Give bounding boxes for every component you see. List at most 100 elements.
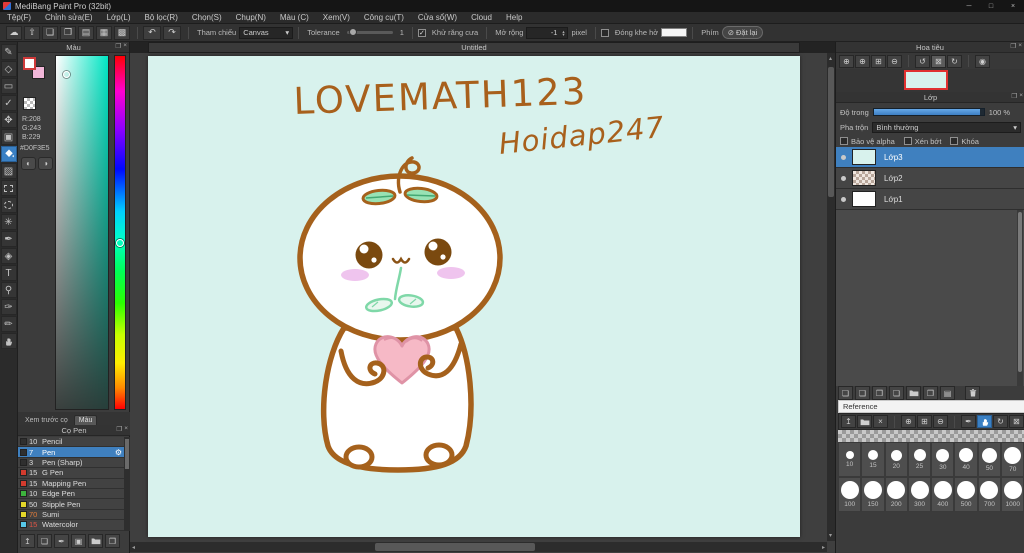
operation-tool[interactable]: ✓ xyxy=(0,95,17,111)
layer-row[interactable]: Lớp1 ⚙ xyxy=(836,189,1024,210)
reference-dropdown[interactable]: Canvas ▾ xyxy=(239,26,294,39)
frame-tool[interactable]: ✏ xyxy=(0,316,17,332)
nav-zoom-fit-button[interactable]: ⊞ xyxy=(871,54,886,68)
menu-item-select[interactable]: Chọn(S) xyxy=(185,13,229,22)
visibility-icon[interactable] xyxy=(841,175,846,181)
foreground-color-swatch[interactable] xyxy=(23,57,36,70)
color-cursor[interactable] xyxy=(63,71,70,78)
dot-tool[interactable]: ▣ xyxy=(0,129,17,145)
layer-folder-button[interactable] xyxy=(906,386,921,400)
close-icon[interactable]: × xyxy=(124,425,128,433)
select-tool[interactable] xyxy=(0,180,17,196)
gear-icon[interactable]: ⚙ xyxy=(115,448,122,457)
nav-rotate-left-button[interactable]: ↺ xyxy=(915,54,930,68)
brush-size-preset[interactable]: 500 xyxy=(954,477,978,512)
new-layer-button[interactable]: ❏ xyxy=(838,386,853,400)
move-tool[interactable]: ✥ xyxy=(0,112,17,128)
magic-wand-tool[interactable]: ✳ xyxy=(0,214,17,230)
tab-brush-preview[interactable]: Xem trước cọ xyxy=(21,416,72,425)
expand-spinner[interactable]: -1 ▴ ▾ xyxy=(526,26,569,39)
brush-size-preset[interactable]: 300 xyxy=(907,477,932,512)
close-icon[interactable]: × xyxy=(123,42,127,50)
blend-dropdown[interactable]: Bình thường ▾ xyxy=(872,121,1021,133)
brush-row[interactable]: 15Mapping Pen⚙ xyxy=(18,478,124,489)
ref-clear-button[interactable]: × xyxy=(873,415,888,428)
alpha-protect-checkbox[interactable] xyxy=(840,137,848,145)
close-icon[interactable]: × xyxy=(1018,42,1022,50)
text-tool[interactable]: T xyxy=(0,265,17,281)
brush-row[interactable]: 70Sumi⚙ xyxy=(18,509,124,521)
close-gap-checkbox[interactable] xyxy=(600,28,609,37)
brush-size-preset[interactable]: 70 xyxy=(1001,442,1024,477)
navigator-viewport[interactable] xyxy=(904,70,948,90)
nav-rotate-right-button[interactable]: ↻ xyxy=(947,54,962,68)
eyedropper-tool[interactable]: ✑ xyxy=(0,299,17,315)
tolerance-slider[interactable] xyxy=(346,28,393,36)
ref-eyedropper-button[interactable]: ✒ xyxy=(961,415,976,428)
brush-row[interactable]: 10Edge Pen⚙ xyxy=(18,488,124,500)
select-eraser-tool[interactable]: ◈ xyxy=(0,248,17,264)
menu-item-view[interactable]: Xem(V) xyxy=(316,13,357,22)
scroll-left-icon[interactable]: ◂ xyxy=(132,544,135,551)
brush-folder-button[interactable] xyxy=(88,534,103,548)
scrollbar-thumb[interactable] xyxy=(375,543,535,551)
reference-panel-header[interactable]: Reference xyxy=(838,400,1024,413)
brush-pen-menu-button[interactable]: ✒ xyxy=(54,534,69,548)
nav-zoom-out-button[interactable]: ⊖ xyxy=(887,54,902,68)
detach-icon[interactable]: ❐ xyxy=(1010,42,1016,50)
scroll-down-icon[interactable]: ▾ xyxy=(829,532,832,539)
merge-layer-button[interactable]: ▤ xyxy=(940,386,955,400)
brush-tool[interactable]: ✎ xyxy=(0,44,17,60)
visibility-icon[interactable] xyxy=(841,154,846,160)
hue-slider[interactable] xyxy=(114,55,126,410)
ref-open-button[interactable] xyxy=(857,415,872,428)
select-pen-tool[interactable]: ✒ xyxy=(0,231,17,247)
delete-layer-button[interactable] xyxy=(965,386,980,400)
detach-icon[interactable]: ❐ xyxy=(1011,92,1017,100)
menu-item-cloud[interactable]: Cloud xyxy=(464,13,499,22)
transparent-color-swatch[interactable] xyxy=(23,97,36,110)
reset-button[interactable]: ⊘ Đặt lại xyxy=(721,26,764,39)
close-icon[interactable]: × xyxy=(1019,92,1023,100)
spinner-arrows[interactable]: ▴ ▾ xyxy=(559,29,567,37)
redo-button[interactable]: ↷ xyxy=(163,25,181,40)
tolerance-slider-knob[interactable] xyxy=(348,28,357,36)
duplicate-layer-button[interactable]: ❑ xyxy=(855,386,870,400)
brush-size-preset[interactable]: 100 xyxy=(838,477,862,512)
brush-row[interactable]: 15Watercolor⚙ xyxy=(18,520,124,531)
scrollbar-thumb[interactable] xyxy=(125,439,129,469)
brush-row[interactable]: 7 Pen ⚙ xyxy=(18,447,124,458)
gradient-tool[interactable]: ▨ xyxy=(0,163,17,179)
brush-size-preset[interactable]: 150 xyxy=(861,477,885,512)
layer-menu-button[interactable]: ❏ xyxy=(889,386,904,400)
menu-item-filter[interactable]: Bộ lọc(R) xyxy=(138,13,185,22)
detach-icon[interactable]: ❐ xyxy=(115,42,121,50)
ref-upload-button[interactable]: ↥ xyxy=(841,415,856,428)
ref-rotate-button[interactable]: ↻ xyxy=(993,415,1008,428)
brush-row[interactable]: 15G Pen⚙ xyxy=(18,468,124,479)
brush-size-preset[interactable]: 25 xyxy=(907,442,932,477)
image-add-icon[interactable]: ▤ xyxy=(78,25,94,40)
menu-item-window[interactable]: Cửa sổ(W) xyxy=(411,13,464,22)
brush-size-preset[interactable]: 1000 xyxy=(1001,477,1024,512)
ref-zoom-in-button[interactable]: ⊕ xyxy=(901,415,916,428)
minimize-button[interactable]: ─ xyxy=(958,0,980,12)
menu-item-snap[interactable]: Chụp(N) xyxy=(229,13,273,22)
tab-color[interactable]: Màu xyxy=(73,415,98,425)
nav-flip-button[interactable]: ◉ xyxy=(975,54,990,68)
close-button[interactable]: × xyxy=(1002,0,1024,12)
document-tab[interactable]: Untitled xyxy=(148,42,800,53)
nav-zoom-in2-button[interactable]: ⊕ xyxy=(855,54,870,68)
lock-checkbox[interactable] xyxy=(950,137,959,145)
maximize-button[interactable]: □ xyxy=(980,0,1002,12)
scroll-right-icon[interactable]: ▸ xyxy=(822,544,825,551)
layer-from-canvas-button[interactable]: ❒ xyxy=(872,386,887,400)
menu-item-color[interactable]: Màu (C) xyxy=(273,13,316,22)
palette-button[interactable]: ◑ xyxy=(38,157,53,170)
visibility-icon[interactable] xyxy=(841,196,846,202)
layer-row[interactable]: Lớp3 ⚙ xyxy=(836,147,1024,168)
menu-item-file[interactable]: Tệp(F) xyxy=(0,13,38,22)
hand-tool[interactable] xyxy=(0,333,17,349)
saturation-value-picker[interactable] xyxy=(55,55,109,410)
brush-row[interactable]: 50Stipple Pen⚙ xyxy=(18,499,124,510)
